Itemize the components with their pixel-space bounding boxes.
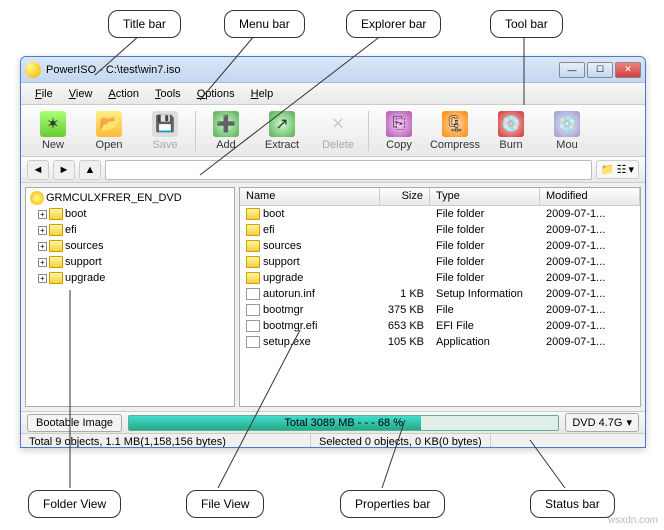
- callout-toolbar: Tool bar: [490, 10, 563, 38]
- callout-statusbar: Status bar: [530, 490, 615, 518]
- callout-explorerbar: Explorer bar: [346, 10, 441, 38]
- callout-propsbar: Properties bar: [340, 490, 445, 518]
- callout-folderview: Folder View: [28, 490, 121, 518]
- callout-fileview: File View: [186, 490, 264, 518]
- callout-menubar: Menu bar: [224, 10, 305, 38]
- callout-titlebar: Title bar: [108, 10, 181, 38]
